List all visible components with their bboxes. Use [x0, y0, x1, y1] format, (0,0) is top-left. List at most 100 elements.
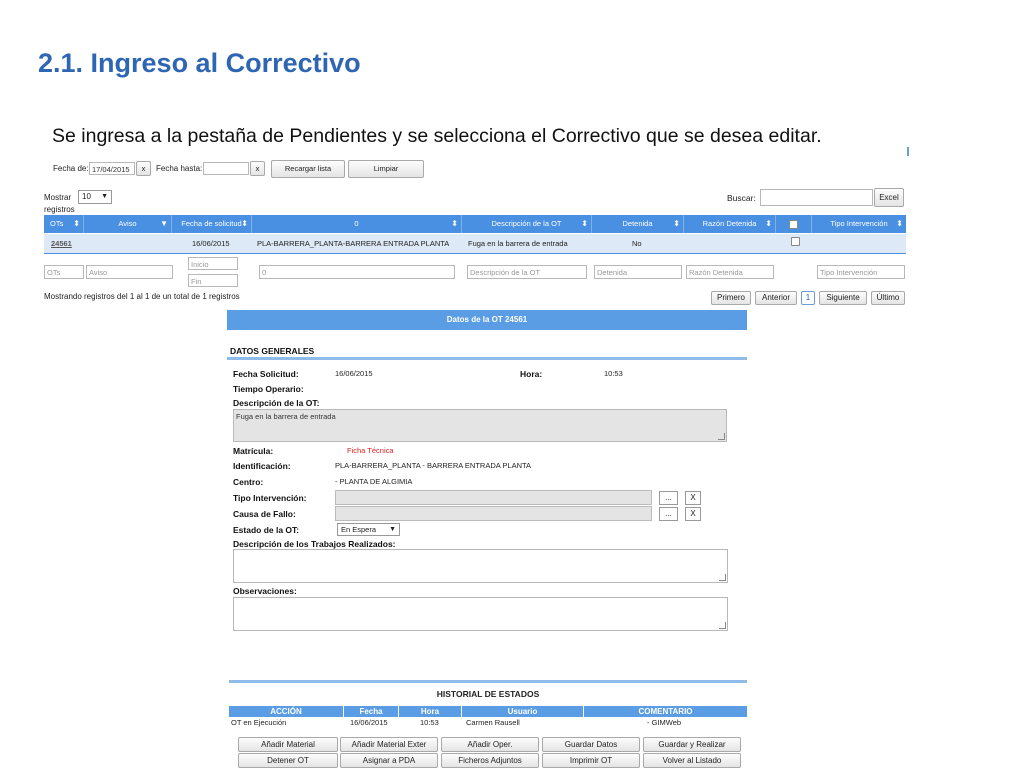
th-descripcion-label: Descripción de la OT	[491, 219, 562, 228]
anadir-material-exter-button[interactable]: Añadir Material Exter	[340, 737, 438, 752]
row-equipo: PLA-BARRERA_PLANTA-BARRERA ENTRADA PLANT…	[257, 239, 450, 248]
ficha-tecnica-link[interactable]: Ficha Técnica	[347, 446, 394, 455]
imprimir-ot-button[interactable]: Imprimir OT	[542, 753, 640, 768]
resize-grip-icon[interactable]	[719, 622, 726, 629]
descripcion-ot-textarea[interactable]: Fuga en la barrera de entrada	[233, 409, 727, 442]
buscar-label: Buscar:	[727, 193, 756, 203]
tipo-intervencion-input[interactable]	[335, 490, 652, 505]
ot-number[interactable]: 24561	[51, 239, 72, 248]
anadir-material-button[interactable]: Añadir Material	[238, 737, 338, 752]
centro-value: - PLANTA DE ALGIMIA	[335, 477, 413, 486]
th-detenida-label: Detenida	[622, 219, 653, 228]
volver-listado-button[interactable]: Volver al Listado	[643, 753, 741, 768]
ficheros-adjuntos-button[interactable]: Ficheros Adjuntos	[441, 753, 539, 768]
fecha-de-input[interactable]: 17/04/2015	[89, 162, 135, 175]
mostrar-label: Mostrar	[44, 193, 72, 202]
fecha-de-label: Fecha de:	[53, 164, 89, 173]
trabajos-textarea[interactable]	[233, 549, 728, 583]
descripcion-ot-text: Fuga en la barrera de entrada	[236, 412, 336, 421]
limpiar-button[interactable]: Limpiar	[348, 160, 424, 178]
sort-desc-icon: ▼	[160, 219, 168, 228]
table-info: Mostrando registros del 1 al 1 de un tot…	[44, 292, 240, 301]
th-razon[interactable]: Razón Detenida ⬍	[684, 215, 776, 233]
sort-icon: ⬍	[673, 219, 680, 228]
table-row[interactable]: 24561 16/06/2015 PLA-BARRERA_PLANTA-BARR…	[44, 234, 906, 253]
observaciones-textarea[interactable]	[233, 597, 728, 631]
th-ots[interactable]: OTs ⬍	[44, 215, 84, 233]
asignar-pda-button[interactable]: Asignar a PDA	[340, 753, 438, 768]
recargar-lista-button[interactable]: Recargar lista	[271, 160, 345, 178]
mostrar-select[interactable]: 10 ▼	[78, 190, 112, 204]
hist-comentario: - GIMWeb	[647, 718, 682, 727]
causa-fallo-input[interactable]	[335, 506, 652, 521]
resize-grip-icon[interactable]	[719, 574, 726, 581]
th-tipo[interactable]: Tipo Intervención ⬍	[812, 215, 906, 233]
fecha-hasta-input[interactable]	[203, 162, 249, 175]
filter-aviso-input[interactable]: Aviso	[86, 265, 173, 279]
estado-ot-value: En Espera	[341, 525, 377, 534]
th-detenida[interactable]: Detenida ⬍	[592, 215, 684, 233]
fecha-hasta-label: Fecha hasta:	[156, 164, 203, 173]
mostrar-value: 10	[82, 192, 91, 201]
identificacion-value: PLA-BARRERA_PLANTA - BARRERA ENTRADA PLA…	[335, 461, 532, 470]
ultimo-button[interactable]: Último	[871, 291, 905, 305]
th-razon-label: Razón Detenida	[702, 219, 757, 228]
buscar-input[interactable]	[760, 189, 873, 206]
hora-value: 10:53	[604, 369, 623, 378]
row-ot-link[interactable]: 24561	[51, 234, 72, 253]
filter-inicio-input[interactable]: Inicio	[188, 257, 238, 270]
centro-label: Centro:	[233, 477, 264, 487]
filter-razon-input[interactable]: Razón Detenida	[686, 265, 774, 279]
table-header: OTs ⬍ Aviso ▼ Fecha de solicitud ⬍ 0 ⬍ Descr…	[44, 215, 906, 233]
filter-detenida-input[interactable]: Detenida	[594, 265, 682, 279]
tipo-intervencion-browse-button[interactable]: ...	[659, 491, 678, 505]
select-all-checkbox[interactable]	[789, 220, 798, 229]
th-aviso[interactable]: Aviso ▼	[84, 215, 172, 233]
filter-tipo-input[interactable]: Tipo Intervención	[817, 265, 905, 279]
hist-accion: OT en Ejecución	[231, 718, 287, 727]
filter-ots-input[interactable]: OTs	[44, 265, 84, 279]
hh-usuario: Usuario	[462, 706, 584, 717]
page-1-button[interactable]: 1	[801, 291, 815, 305]
fecha-hasta-clear-button[interactable]: x	[250, 161, 265, 176]
sort-icon: ⬍	[896, 219, 903, 228]
hh-fecha: Fecha	[344, 706, 399, 717]
row-checkbox-cell[interactable]	[791, 234, 800, 253]
anterior-button[interactable]: Anterior	[755, 291, 797, 305]
th-col0[interactable]: 0 ⬍	[252, 215, 462, 233]
descripcion-ot-label: Descripción de la OT:	[233, 398, 320, 408]
row-descripcion: Fuga en la barrera de entrada	[468, 239, 568, 248]
th-ots-label: OTs	[50, 219, 64, 228]
causa-fallo-browse-button[interactable]: ...	[659, 507, 678, 521]
th-fecha-solicitud[interactable]: Fecha de solicitud ⬍	[172, 215, 252, 233]
th-checkbox[interactable]	[776, 215, 812, 233]
th-aviso-label: Aviso	[118, 219, 137, 228]
historial-row: OT en Ejecución 16/06/2015 10:53 Carmen …	[229, 717, 747, 728]
guardar-y-realizar-button[interactable]: Guardar y Realizar	[643, 737, 741, 752]
fecha-solicitud-label: Fecha Solicitud:	[233, 369, 299, 379]
excel-button[interactable]: Excel	[874, 188, 904, 207]
filter-descripcion-input[interactable]: Descripción de la OT	[467, 265, 587, 279]
filter-fin-input[interactable]: Fin	[188, 274, 238, 287]
hh-comentario: COMENTARIO	[638, 707, 693, 716]
detener-ot-button[interactable]: Detener OT	[238, 753, 338, 768]
filter-col0-input[interactable]: 0	[259, 265, 455, 279]
tipo-intervencion-clear-button[interactable]: X	[685, 491, 701, 505]
sort-icon: ⬍	[241, 219, 248, 228]
guardar-datos-button[interactable]: Guardar Datos	[542, 737, 640, 752]
hh-accion: ACCIÓN	[229, 706, 344, 717]
historial-divider	[229, 680, 747, 683]
resize-grip-icon[interactable]	[718, 433, 725, 440]
primero-button[interactable]: Primero	[711, 291, 751, 305]
estado-ot-select[interactable]: En Espera ▼	[337, 523, 400, 536]
hist-usuario: Carmen Rausell	[466, 718, 520, 727]
th-tipo-label: Tipo Intervención	[830, 219, 888, 228]
matricula-label: Matrícula:	[233, 446, 274, 456]
th-descripcion[interactable]: Descripción de la OT ⬍	[462, 215, 592, 233]
fecha-de-clear-button[interactable]: x	[136, 161, 151, 176]
siguiente-button[interactable]: Siguiente	[819, 291, 867, 305]
row-checkbox[interactable]	[791, 237, 800, 246]
anadir-oper-button[interactable]: Añadir Oper.	[441, 737, 539, 752]
causa-fallo-clear-button[interactable]: X	[685, 507, 701, 521]
estado-ot-label: Estado de la OT:	[233, 525, 300, 535]
